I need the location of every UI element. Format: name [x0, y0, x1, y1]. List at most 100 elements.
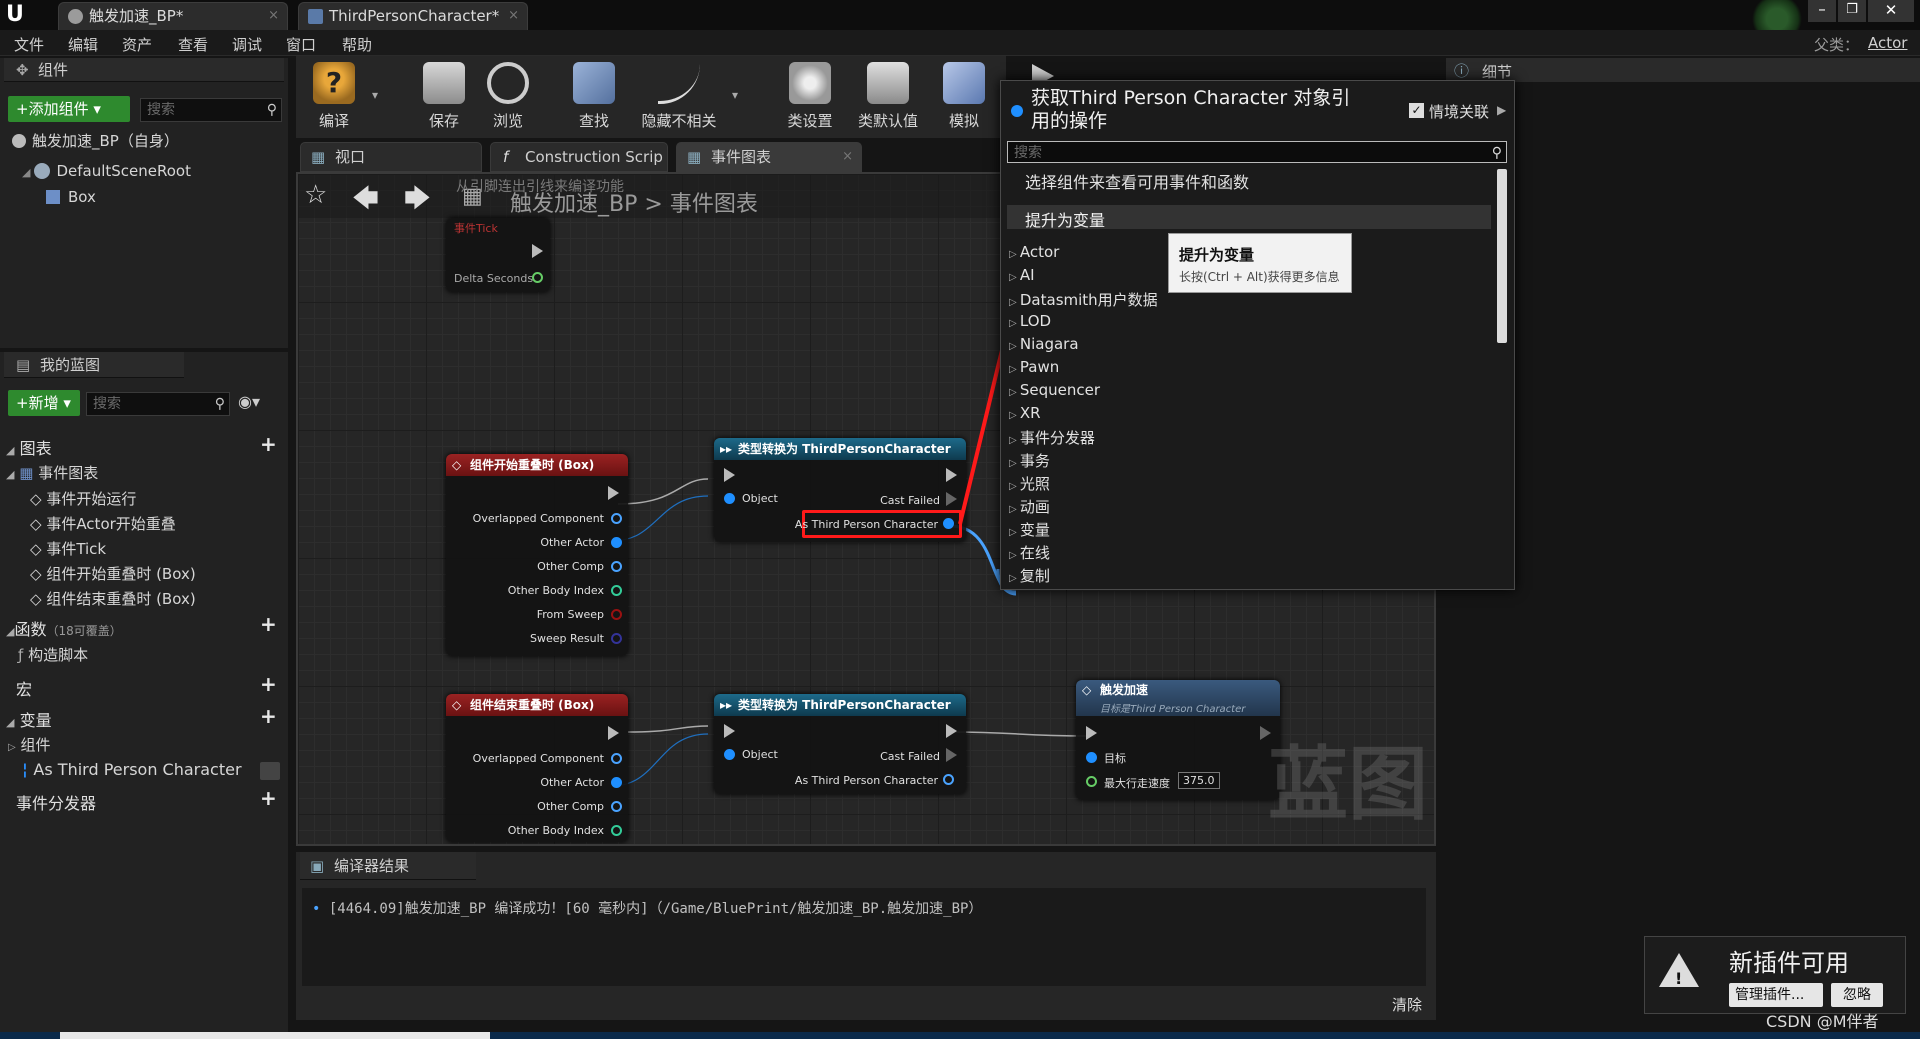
event-item[interactable]: ◇ 事件开始运行 [30, 488, 136, 509]
ignore-button[interactable]: 忽略 [1831, 983, 1883, 1007]
minimize-button[interactable]: – [1808, 0, 1836, 22]
macros-section[interactable]: 宏 [16, 676, 32, 700]
exec-out-pin[interactable] [608, 486, 619, 500]
compiler-tab[interactable]: ▣ 编译器结果 [300, 852, 476, 880]
category-item[interactable]: ▷ AI [1009, 266, 1035, 284]
variables-section[interactable]: ◢ 变量 [6, 707, 52, 731]
tab-event-graph[interactable]: ▦ 事件图表 × [676, 142, 862, 172]
output-pin[interactable] [611, 609, 622, 620]
close-icon[interactable]: × [508, 3, 519, 29]
menu-help[interactable]: 帮助 [342, 34, 372, 55]
doc-tab-trigger-bp[interactable]: 触发加速_BP* × [58, 2, 288, 30]
output-pin[interactable] [611, 825, 622, 836]
category-item[interactable]: ▷ 事务 [1009, 450, 1050, 471]
exec-in-pin[interactable] [724, 468, 735, 482]
browse-button[interactable]: 浏览 [472, 60, 544, 136]
popup-scrollbar[interactable] [1497, 169, 1507, 343]
compile-button[interactable]: ? 编译 [298, 60, 370, 136]
output-pin[interactable] [611, 585, 622, 596]
category-item[interactable]: ▷ Datasmith用户数据 [1009, 289, 1158, 310]
parent-class-link[interactable]: Actor [1868, 34, 1907, 52]
event-item[interactable]: ◇ 组件开始重叠时 (Box) [30, 563, 196, 584]
menu-view[interactable]: 查看 [178, 34, 208, 55]
object-input-pin[interactable] [724, 493, 735, 504]
expand-arrow-icon[interactable]: ▶ [1497, 103, 1506, 117]
construction-script-item[interactable]: ƒ 构造脚本 [18, 644, 88, 665]
clear-button[interactable]: 清除 [1392, 994, 1422, 1015]
hide-unrelated-button[interactable]: 隐藏不相关 [636, 60, 722, 136]
menu-edit[interactable]: 编辑 [68, 34, 98, 55]
exec-in-pin[interactable] [724, 724, 735, 738]
menu-asset[interactable]: 资产 [122, 34, 152, 55]
class-defaults-button[interactable]: 类默认值 [852, 60, 924, 136]
close-icon[interactable]: × [842, 143, 853, 171]
promote-to-variable-item[interactable]: 提升为变量 [1007, 205, 1491, 230]
cast-failed-pin[interactable] [946, 748, 957, 762]
menu-window[interactable]: 窗口 [286, 34, 316, 55]
event-dispatchers-section[interactable]: 事件分发器 [16, 790, 96, 814]
max-speed-input[interactable]: 375.0 [1178, 772, 1220, 789]
add-function-button[interactable]: + [260, 612, 277, 636]
variable-item[interactable]: ¦ As Third Person Character [22, 760, 242, 779]
doc-tab-third-person[interactable]: ThirdPersonCharacter* × [298, 2, 528, 30]
node-begin-overlap[interactable]: ◇ 组件开始重叠时 (Box) Overlapped Component Othe… [446, 454, 628, 656]
node-end-overlap[interactable]: ◇ 组件结束重叠时 (Box) Overlapped Component Othe… [446, 694, 628, 842]
new-button[interactable]: +新增 ▾ [8, 390, 80, 416]
event-graph-item[interactable]: ◢ ▦ 事件图表 [6, 462, 98, 483]
float-pin[interactable] [532, 272, 543, 283]
menu-debug[interactable]: 调试 [232, 34, 262, 55]
taskbar-item[interactable] [60, 1032, 490, 1039]
simulate-button[interactable]: 模拟 [928, 60, 1000, 136]
context-checkbox[interactable]: ✓ [1409, 103, 1424, 118]
category-item[interactable]: ▷ XR [1009, 404, 1041, 422]
visibility-eye-icon[interactable]: ◉▾ [238, 392, 260, 411]
category-item[interactable]: ▷ 变量 [1009, 519, 1050, 540]
category-item[interactable]: ▷ Pawn [1009, 358, 1059, 376]
category-item[interactable]: ▷ LOD [1009, 312, 1051, 330]
object-input-pin[interactable] [724, 749, 735, 760]
category-item[interactable]: ▷ Sequencer [1009, 381, 1100, 399]
category-item[interactable]: ▷ Niagara [1009, 335, 1079, 353]
add-variable-button[interactable]: + [260, 704, 277, 728]
compile-options-icon[interactable]: ▾ [372, 88, 378, 102]
category-item[interactable]: ▷ Actor [1009, 243, 1059, 261]
output-pin[interactable] [611, 753, 622, 764]
output-pin[interactable] [611, 633, 622, 644]
node-cast-2[interactable]: ▸▸ 类型转换为 ThirdPersonCharacter Object Cast… [714, 694, 966, 794]
category-item[interactable]: ▷ 动画 [1009, 496, 1050, 517]
category-item[interactable]: ▷ 光照 [1009, 473, 1050, 494]
event-item[interactable]: ◇ 事件Tick [30, 538, 106, 559]
components-search-input[interactable]: 搜索 ⚲ [140, 98, 282, 122]
category-item[interactable]: ▷ 复制 [1009, 565, 1050, 586]
node-cast-1[interactable]: ▸▸ 类型转换为 ThirdPersonCharacter Object Cast… [714, 438, 966, 542]
output-pin[interactable] [611, 537, 622, 548]
component-default-scene-root[interactable]: ◢ DefaultSceneRoot [22, 162, 191, 180]
add-dispatcher-button[interactable]: + [260, 786, 277, 810]
popup-search-input[interactable]: 搜索 ⚲ [1007, 141, 1507, 163]
menu-file[interactable]: 文件 [14, 34, 44, 55]
manage-plugins-button[interactable]: 管理插件... [1729, 983, 1823, 1007]
add-component-button[interactable]: +添加组件 ▾ [8, 96, 130, 122]
node-trigger-speed[interactable]: ◇ 触发加速 目标是Third Person Character 目标 最大行走速度… [1076, 680, 1280, 800]
maximize-button[interactable]: ❐ [1838, 0, 1866, 22]
exec-out-pin[interactable] [608, 726, 619, 740]
tab-construction-script[interactable]: f Construction Scrip [490, 142, 668, 172]
node-event-tick[interactable]: 事件Tick Delta Seconds [446, 218, 550, 292]
blueprint-search-input[interactable]: 搜索 ⚲ [86, 392, 230, 416]
float-input-pin[interactable] [1086, 776, 1097, 787]
exec-out-pin[interactable] [532, 244, 543, 258]
variable-type-icon[interactable] [260, 762, 280, 780]
hide-options-icon[interactable]: ▾ [732, 88, 738, 102]
close-icon[interactable]: × [268, 3, 279, 29]
target-pin[interactable] [1086, 752, 1097, 763]
add-macro-button[interactable]: + [260, 672, 277, 696]
exec-out-pin[interactable] [946, 724, 957, 738]
output-pin[interactable] [611, 801, 622, 812]
output-pin[interactable] [611, 561, 622, 572]
functions-section[interactable]: ◢函数（18可覆盖） [6, 616, 122, 640]
category-item[interactable]: ▷ 在线 [1009, 542, 1050, 563]
graphs-section[interactable]: ◢ 图表 [6, 435, 52, 459]
component-self[interactable]: 触发加速_BP（自身） [12, 130, 179, 151]
find-button[interactable]: 查找 [558, 60, 630, 136]
event-item[interactable]: ◇ 事件Actor开始重叠 [30, 513, 176, 534]
